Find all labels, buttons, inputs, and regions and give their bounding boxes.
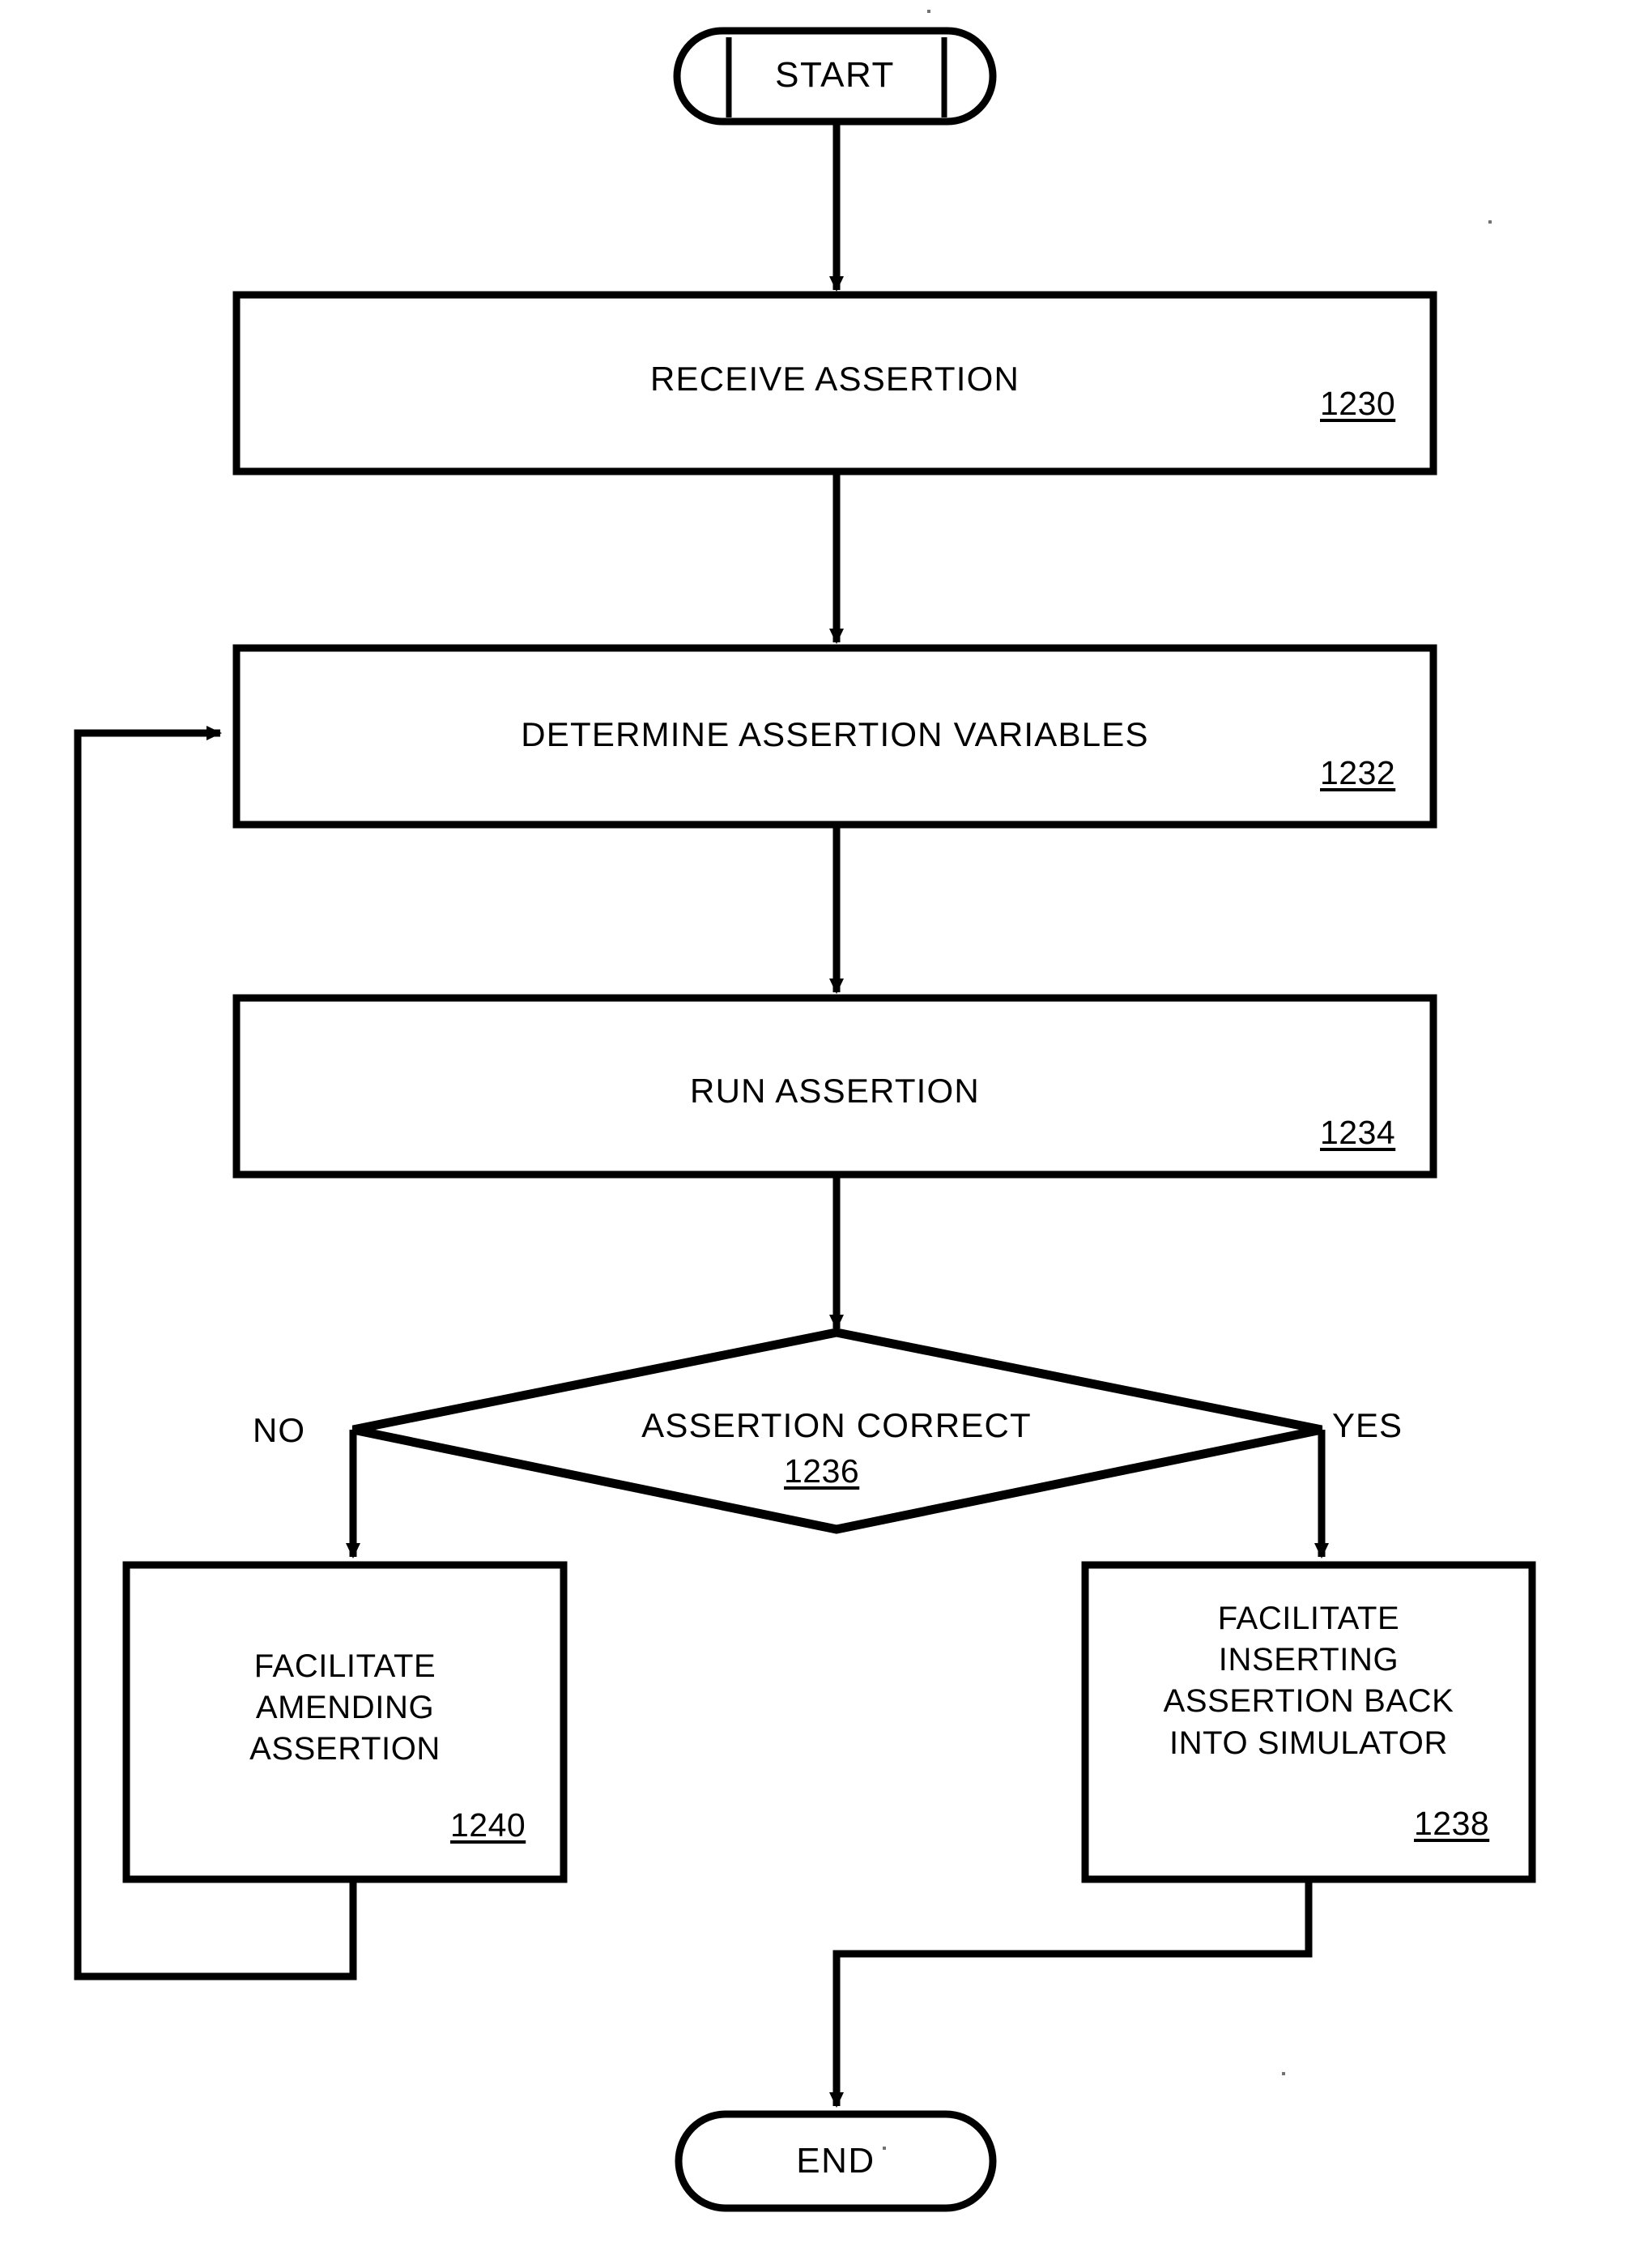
branch-label-no: NO [253, 1411, 305, 1449]
facilitate-inserting-ref: 1238 [1414, 1805, 1490, 1842]
facilitate-amending-label: FACILITATE AMENDING ASSERTION [249, 1648, 441, 1767]
assertion-correct-ref: 1236 [784, 1452, 860, 1490]
facilitate-inserting-label: FACILITATE INSERTING ASSERTION BACK INTO… [1163, 1601, 1454, 1761]
edge-feedback-loop [74, 726, 357, 1981]
run-assertion-ref: 1234 [1320, 1114, 1396, 1151]
start-terminator-label: START [775, 55, 895, 95]
facilitate-amending-ref: 1240 [450, 1806, 526, 1844]
branch-label-yes: YES [1332, 1406, 1403, 1444]
edge-inserting-to-end [829, 1879, 1313, 2108]
receive-assertion-label: RECEIVE ASSERTION [649, 360, 1020, 398]
scan-speck [1282, 2072, 1285, 2075]
flowchart-linework [74, 27, 1536, 2212]
determine-variables-ref: 1232 [1320, 754, 1396, 791]
scan-speck [927, 10, 930, 13]
receive-assertion-ref: 1230 [1320, 385, 1396, 422]
end-terminator-label: END [796, 2141, 875, 2181]
flowchart-figure: START RECEIVE ASSERTION 1230 DETERMINE A… [0, 0, 1652, 2247]
scan-speck [1488, 220, 1492, 224]
run-assertion-label: RUN ASSERTION [690, 1072, 980, 1110]
assertion-correct-label: ASSERTION CORRECT [641, 1406, 1032, 1444]
scan-speck [883, 2147, 886, 2150]
determine-variables-label: DETERMINE ASSERTION VARIABLES [521, 715, 1149, 753]
